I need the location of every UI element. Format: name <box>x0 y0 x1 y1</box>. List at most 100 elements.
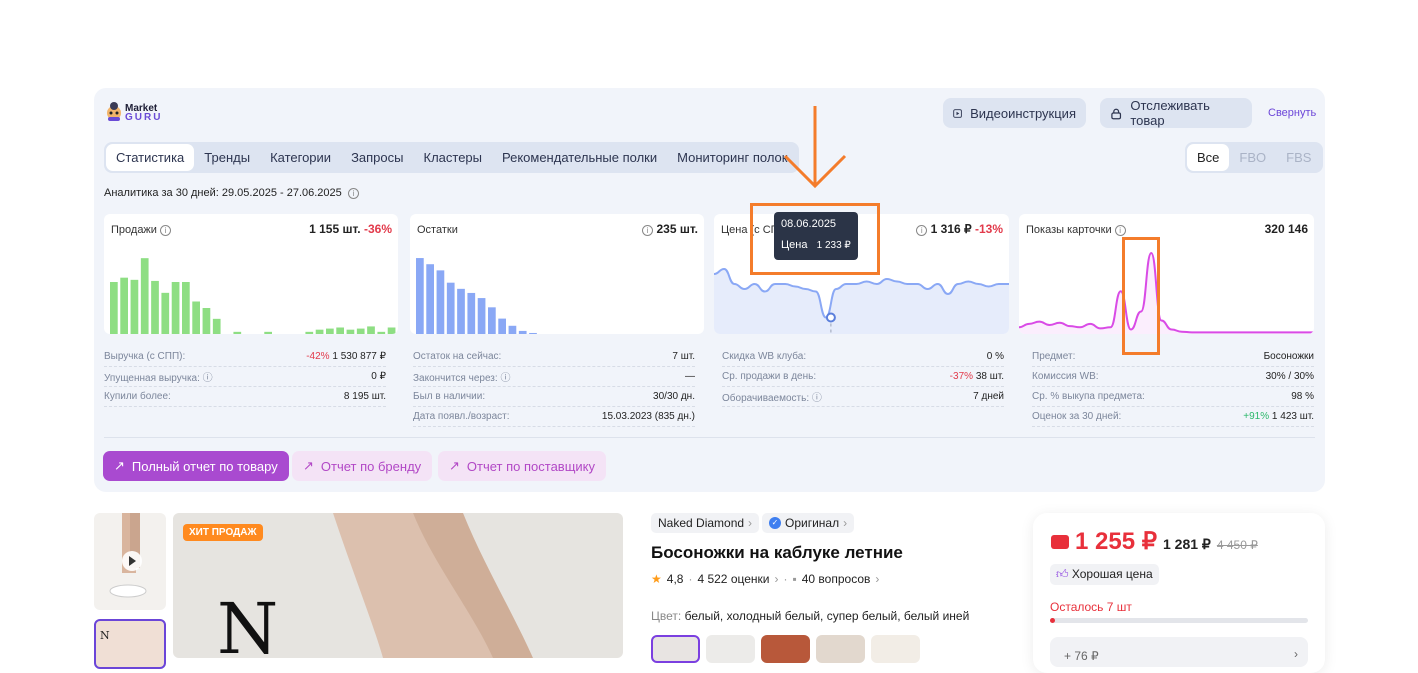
regular-price: 1 281 ₽ <box>1163 536 1211 552</box>
bar <box>233 331 242 334</box>
bar <box>508 325 517 334</box>
chevron-right-icon: › <box>843 516 848 530</box>
stat-delta: +91% <box>1243 411 1270 422</box>
stat-label: Остаток на сейчас: <box>413 351 502 362</box>
stat-label: Комиссия WB: <box>1032 371 1099 382</box>
bar <box>140 258 149 334</box>
tab-clusters[interactable]: Кластеры <box>414 144 493 171</box>
stat-row: Скидка WB клуба: 0 % <box>722 347 1004 367</box>
bar <box>315 329 324 334</box>
stat-label: Упущенная выручка: <box>104 373 200 384</box>
stat-number: 8 195 шт. <box>343 391 386 402</box>
track-product-button[interactable]: Отслеживать товар <box>1100 98 1252 128</box>
lock-icon <box>1111 108 1122 119</box>
questions-link[interactable]: 40 вопросов <box>802 572 871 586</box>
series-line <box>1019 251 1314 334</box>
video-instruction-button[interactable]: Видеоинструкция <box>943 98 1086 128</box>
stat-number: 98 % <box>1291 391 1314 402</box>
filter-all[interactable]: Все <box>1187 144 1230 171</box>
stat-row: Оборачиваемость: ⓘ 7 дней <box>722 387 1004 407</box>
stats-subject: Предмет: Босоножки Комиссия WB: 30% / 30% … <box>1032 347 1314 427</box>
bar <box>346 329 355 334</box>
play-icon <box>953 108 962 118</box>
price-value: 1 316 ₽ <box>930 222 972 236</box>
stat-row: Предмет: Босоножки <box>1032 347 1314 367</box>
color-swatch[interactable] <box>761 635 810 663</box>
bar <box>161 292 170 334</box>
gallery-thumb-active[interactable]: N <box>94 619 166 669</box>
original-label: Оригинал <box>785 516 840 530</box>
bar <box>264 331 272 334</box>
info-icon[interactable]: i <box>1114 225 1126 236</box>
annotation-box-views <box>1122 237 1160 355</box>
rating-value: 4,8 <box>666 572 684 586</box>
original-chip[interactable]: ✓ Оригинал › <box>762 513 855 533</box>
stat-label: Предмет: <box>1032 351 1076 362</box>
filter-fbo[interactable]: FBO <box>1229 144 1276 171</box>
color-value: белый, холодный белый, супер белый, белы… <box>684 609 970 623</box>
info-icon[interactable]: ⓘ <box>812 393 822 404</box>
sandal-photo <box>109 513 147 598</box>
tab-categories[interactable]: Категории <box>260 144 341 171</box>
good-price-badge: 👍︎ Хорошая цена <box>1050 564 1159 585</box>
stock-bar-chart <box>416 258 537 334</box>
stat-number: 1 423 шт. <box>1271 411 1314 422</box>
stat-row: Выручка (с СПП): -42% 1 530 877 ₽ <box>104 347 386 367</box>
stock-card: Остатки i 235 шт. <box>410 214 704 334</box>
stat-number: 1 530 877 ₽ <box>332 351 386 362</box>
marketguru-logo: Market GURU <box>104 101 168 125</box>
bar <box>488 307 496 334</box>
color-swatch[interactable] <box>816 635 865 663</box>
stat-row: Закончится через: ⓘ — <box>413 367 695 387</box>
brand-report-button[interactable]: ↗ Отчет по бренду <box>292 451 433 481</box>
stat-row: Остаток на сейчас: 7 шт. <box>413 347 695 367</box>
stat-label-wrap: Оборачиваемость: ⓘ <box>722 389 822 404</box>
sales-card: Продажи i 1 155 шт. -36% <box>104 214 398 334</box>
tab-statistics[interactable]: Статистика <box>106 144 195 171</box>
stock-left-bar <box>1050 618 1308 623</box>
tab-shelf-monitoring[interactable]: Мониторинг полок <box>667 144 797 171</box>
price-delta: -13% <box>974 222 1003 236</box>
stat-label: Оценок за 30 дней: <box>1032 411 1122 422</box>
filter-fbs[interactable]: FBS <box>1276 144 1321 171</box>
info-icon[interactable]: i <box>347 188 359 199</box>
tab-queries[interactable]: Запросы <box>341 144 413 171</box>
info-icon[interactable]: i <box>916 225 928 236</box>
info-icon[interactable]: ⓘ <box>500 373 510 384</box>
period-label: Аналитика за 30 дней: 29.05.2025 - 27.06… <box>104 187 359 199</box>
color-swatch[interactable] <box>651 635 700 663</box>
collapse-link[interactable]: Свернуть <box>1268 107 1316 119</box>
product-main-image[interactable]: N ХИТ ПРОДАЖ <box>173 513 623 658</box>
bar <box>305 331 314 334</box>
stat-row: Оценок за 30 дней: +91% 1 423 шт. <box>1032 407 1314 427</box>
bar <box>436 270 445 334</box>
chevron-right-icon: › <box>1294 647 1298 661</box>
stat-label: Ср. продажи в день: <box>722 371 817 382</box>
brand-chip[interactable]: Naked Diamond › <box>651 513 760 533</box>
supplier-report-button[interactable]: ↗ Отчет по поставщику <box>438 451 606 481</box>
stat-label: Закончится через: <box>413 373 498 384</box>
stat-label: Выручка (с СПП): <box>104 351 186 362</box>
color-label: Цвет: <box>651 609 682 623</box>
old-price: 4 450 ₽ <box>1216 538 1258 552</box>
stats-revenue: Выручка (с СПП): -42% 1 530 877 ₽ Упущенн… <box>104 347 386 407</box>
stock-left-fill <box>1050 618 1056 623</box>
tab-trends[interactable]: Тренды <box>194 144 260 171</box>
reviews-link[interactable]: 4 522 оценки <box>697 572 769 586</box>
full-report-button[interactable]: ↗ Полный отчет по товару <box>103 451 289 481</box>
info-icon[interactable]: ⓘ <box>203 373 213 384</box>
rating-row: ★ 4,8 · 4 522 оценки › · ▪ 40 вопросов › <box>651 572 880 586</box>
color-swatch[interactable] <box>871 635 920 663</box>
external-link-icon: ↗ <box>114 458 125 473</box>
fulfillment-filter: Все FBO FBS <box>1185 142 1324 173</box>
bonus-row[interactable]: + 76 ₽ › <box>1050 637 1308 667</box>
bar <box>446 282 455 334</box>
chat-icon: ▪ <box>792 572 797 586</box>
tab-recommended-shelves[interactable]: Рекомендательные полки <box>492 144 667 171</box>
stat-number: Босоножки <box>1263 351 1314 362</box>
color-swatch[interactable] <box>706 635 755 663</box>
stat-label: Оборачиваемость: <box>722 393 810 404</box>
gallery-video-thumb[interactable] <box>94 513 166 610</box>
bar <box>192 301 200 334</box>
stat-row: Упущенная выручка: ⓘ 0 ₽ <box>104 367 386 387</box>
